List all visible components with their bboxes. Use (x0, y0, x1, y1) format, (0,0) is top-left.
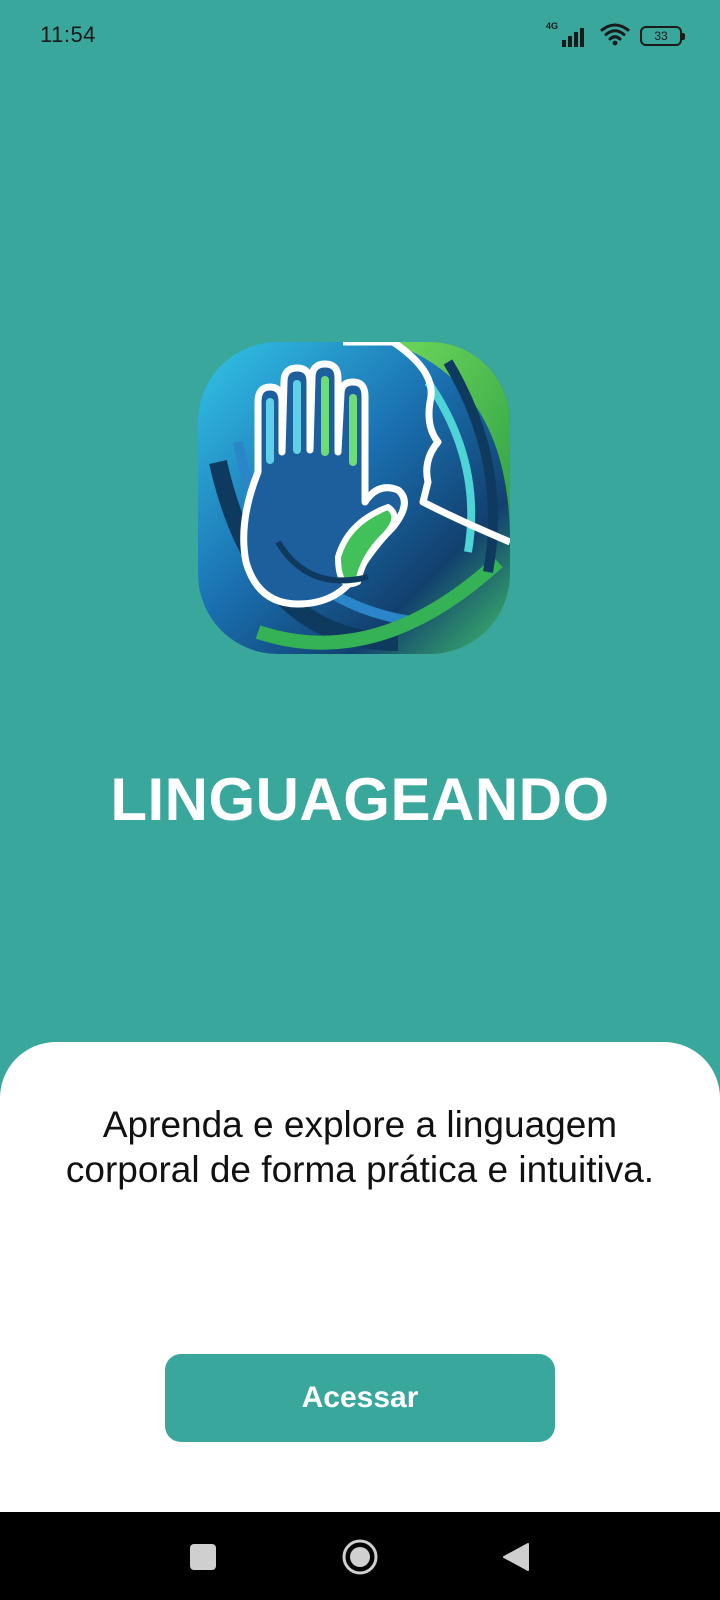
network-type: 4G (546, 21, 559, 31)
bottom-sheet: Aprenda e explore a linguagem corporal d… (0, 1042, 720, 1512)
wifi-icon (600, 22, 630, 51)
access-button[interactable]: Acessar (165, 1354, 555, 1442)
home-button[interactable] (341, 1538, 379, 1576)
navigation-bar (0, 1512, 720, 1600)
status-time: 11:54 (40, 22, 96, 47)
tagline: Aprenda e explore a linguagem corporal d… (65, 1104, 655, 1190)
battery-level: 33 (654, 29, 668, 43)
status-icons: 4G 33 (546, 21, 685, 51)
app-title: LINGUAGEANDO (110, 766, 610, 833)
signal-icon: 4G (546, 21, 590, 49)
recents-button[interactable] (190, 1544, 216, 1570)
back-button[interactable] (502, 1542, 530, 1572)
status-bar: 11:54 4G 33 (0, 0, 720, 70)
battery-icon: 33 (640, 26, 685, 46)
app-logo-icon (198, 342, 510, 654)
